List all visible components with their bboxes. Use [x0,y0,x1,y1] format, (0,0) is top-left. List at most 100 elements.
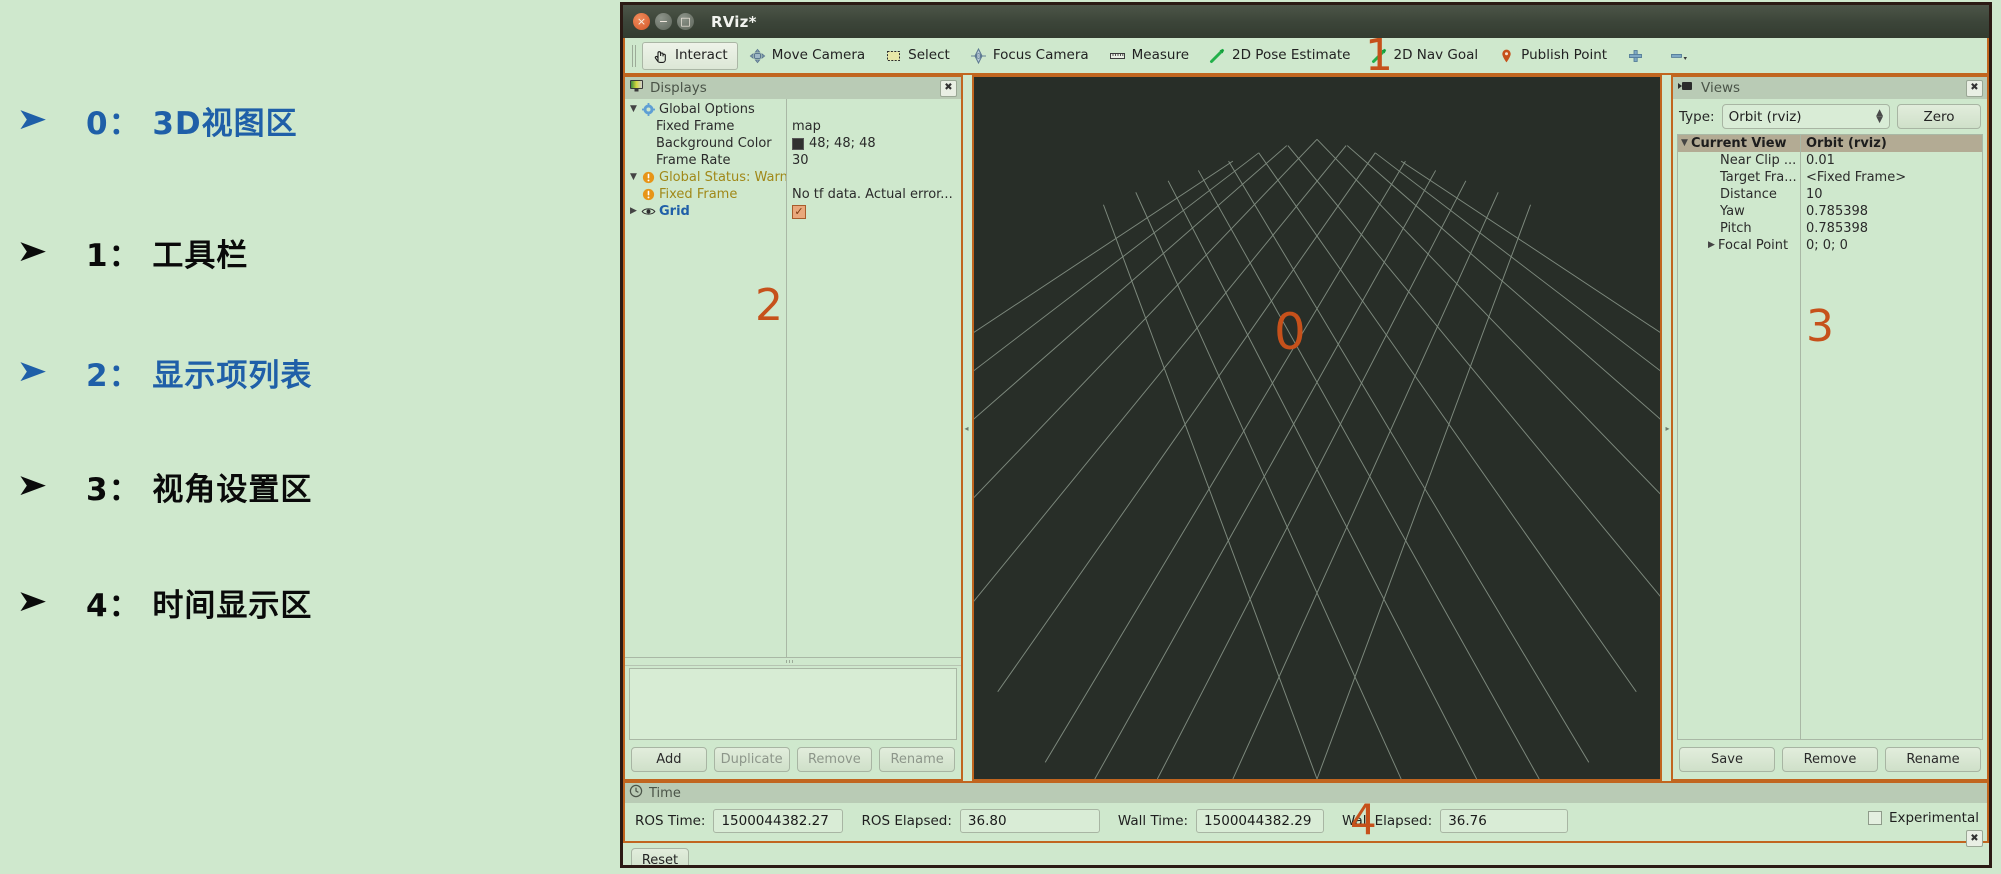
displays-tree[interactable]: ▼ Global Options Fixed Frame map Backgro… [625,99,961,658]
wall-elapsed-input[interactable]: 36.76 [1440,809,1569,833]
views-row-target-frame[interactable]: Target Fra... <Fixed Frame> [1678,169,1982,186]
displays-panel-header: Displays ✖ [625,77,961,99]
toolbar-button-measure[interactable]: Measure [1100,42,1198,70]
window-maximize-icon[interactable]: □ [677,13,694,30]
views-label-distance: Distance [1720,187,1777,202]
views-panel: Views ✖ Type: Orbit (rviz) ▲ ▼ Zero ▼ Cur… [1671,75,1989,781]
tree-twisty-icon[interactable]: ▼ [1678,139,1691,148]
experimental-option[interactable]: Experimental [1867,810,1979,826]
tree-value-grid[interactable]: ✓ [786,204,961,219]
save-view-button[interactable]: Save [1679,747,1775,772]
tree-value-frame-rate[interactable]: 30 [786,153,961,168]
wall-time-input[interactable]: 1500044382.29 [1196,809,1325,833]
toolbar-button-interact[interactable]: Interact [642,41,738,70]
3d-view-container[interactable]: 0 [972,75,1662,781]
displays-splitter[interactable] [625,658,961,666]
wall-elapsed-label: Wall Elapsed: [1342,813,1433,829]
views-value-near-clip[interactable]: 0.01 [1800,153,1982,168]
tree-twisty-icon[interactable]: ▶ [1705,241,1718,250]
toolbar-label-interact: Interact [675,46,728,63]
legend-label-2: 2： 显示项列表 [86,357,313,394]
remove-view-button[interactable]: Remove [1782,747,1878,772]
window-close-icon[interactable]: × [633,13,650,30]
legend-item-1: ➤ 1： 工具栏 [0,222,620,282]
views-row-pitch[interactable]: Pitch 0.785398 [1678,220,1982,237]
rename-display-button[interactable]: Rename [879,747,955,772]
views-row-focal-point[interactable]: ▶ Focal Point 0; 0; 0 [1678,237,1982,254]
views-value-yaw[interactable]: 0.785398 [1800,204,1982,219]
views-label-pitch: Pitch [1720,221,1752,236]
views-label-target-frame: Target Fra... [1720,170,1797,185]
tree-row-frame-rate[interactable]: Frame Rate 30 [625,152,961,169]
views-tree-header-row[interactable]: ▼ Current View Orbit (rviz) [1678,135,1982,152]
view-type-select[interactable]: Orbit (rviz) ▲ ▼ [1721,104,1890,129]
toolbar-label-select: Select [908,46,950,63]
right-splitter[interactable]: ▸ [1664,75,1671,781]
toolbar-label-move-camera: Move Camera [771,46,866,63]
ros-elapsed-input[interactable]: 36.80 [959,809,1100,833]
remove-display-button[interactable]: Remove [796,747,873,772]
left-splitter[interactable]: ◂ [963,75,970,781]
toolbar-button-add-tool[interactable] [1618,42,1659,70]
toolbar-button-2d-nav-goal[interactable]: 2D Nav Goal [1362,42,1488,70]
toolbar-button-remove-tool[interactable] [1661,42,1702,70]
ros-time-input[interactable]: 1500044382.27 [713,809,844,833]
views-value-distance[interactable]: 10 [1800,187,1982,202]
toolbar-button-2d-pose-estimate[interactable]: 2D Pose Estimate [1200,42,1359,70]
hand-cursor-icon [652,48,669,64]
current-view-value: Orbit (rviz) [1806,136,1887,151]
toolbar-button-publish-point[interactable]: Publish Point [1489,42,1616,70]
duplicate-display-button[interactable]: Duplicate [713,747,790,772]
toolbar-drag-handle[interactable] [631,44,638,67]
legend-label-4: 4： 时间显示区 [86,587,313,624]
3d-render-canvas[interactable]: 0 [974,77,1660,779]
tree-twisty-icon[interactable]: ▶ [627,207,640,216]
color-swatch-icon [792,137,804,150]
chevron-right-icon: ➤ [16,354,48,389]
views-value-focal-point[interactable]: 0; 0; 0 [1800,238,1982,253]
toolbar-button-focus-camera[interactable]: Focus Camera [961,42,1098,70]
toolbar-button-select[interactable]: Select [876,42,959,70]
time-panel: Time ROS Time: 1500044382.27 ROS Elapsed… [623,781,1989,843]
tree-row-status-fixed-frame[interactable]: Fixed Frame No tf data. Actual error... [625,186,961,203]
close-icon[interactable]: ✖ [940,79,957,97]
tree-label-global-options: Global Options [659,102,755,117]
reset-button[interactable]: Reset [631,848,689,865]
views-row-yaw[interactable]: Yaw 0.785398 [1678,203,1982,220]
views-label-yaw: Yaw [1720,204,1745,219]
tree-row-background-color[interactable]: Background Color 48; 48; 48 [625,135,961,152]
experimental-checkbox[interactable] [1867,811,1882,825]
tree-row-grid[interactable]: ▶ Grid ✓ [625,203,961,220]
zero-button[interactable]: Zero [1897,104,1981,129]
window-title: RViz* [711,12,757,31]
view-type-label: Type: [1679,108,1715,125]
tree-value-fixed-frame[interactable]: map [786,119,961,134]
minus-dropdown-icon [1670,48,1688,64]
toolbar-label-publish-point: Publish Point [1521,46,1608,63]
tree-value-background-color[interactable]: 48; 48; 48 [786,136,961,151]
ros-time-label: ROS Time: [635,813,706,829]
grid-enabled-checkbox[interactable]: ✓ [792,204,806,219]
tree-row-fixed-frame[interactable]: Fixed Frame map [625,118,961,135]
time-panel-title: Time [649,785,681,801]
views-row-distance[interactable]: Distance 10 [1678,186,1982,203]
move-camera-icon [749,48,766,64]
close-icon[interactable]: ✖ [1966,830,1983,847]
window-minimize-icon[interactable]: − [655,13,672,30]
spinner-arrows-icon[interactable]: ▲ ▼ [1876,108,1883,124]
views-value-target-frame[interactable]: <Fixed Frame> [1800,170,1982,185]
toolbar-label-2d-nav-goal: 2D Nav Goal [1393,46,1479,63]
tree-row-global-options[interactable]: ▼ Global Options [625,101,961,118]
add-display-button[interactable]: Add [631,747,707,772]
tree-row-global-status[interactable]: ▼ Global Status: Warn [625,169,961,186]
views-row-near-clip[interactable]: Near Clip ... 0.01 [1678,152,1982,169]
rviz-main-area: Displays ✖ ▼ Global Options Fixed Frame … [623,75,1989,781]
close-icon[interactable]: ✖ [1966,79,1983,97]
tree-label-grid: Grid [659,204,690,219]
tree-twisty-icon[interactable]: ▼ [627,173,640,182]
toolbar-button-move-camera[interactable]: Move Camera [740,42,874,70]
views-value-pitch[interactable]: 0.785398 [1800,221,1982,236]
rename-view-button[interactable]: Rename [1885,747,1981,772]
views-tree[interactable]: ▼ Current View Orbit (rviz) Near Clip ..… [1677,134,1983,740]
tree-twisty-icon[interactable]: ▼ [627,105,640,114]
